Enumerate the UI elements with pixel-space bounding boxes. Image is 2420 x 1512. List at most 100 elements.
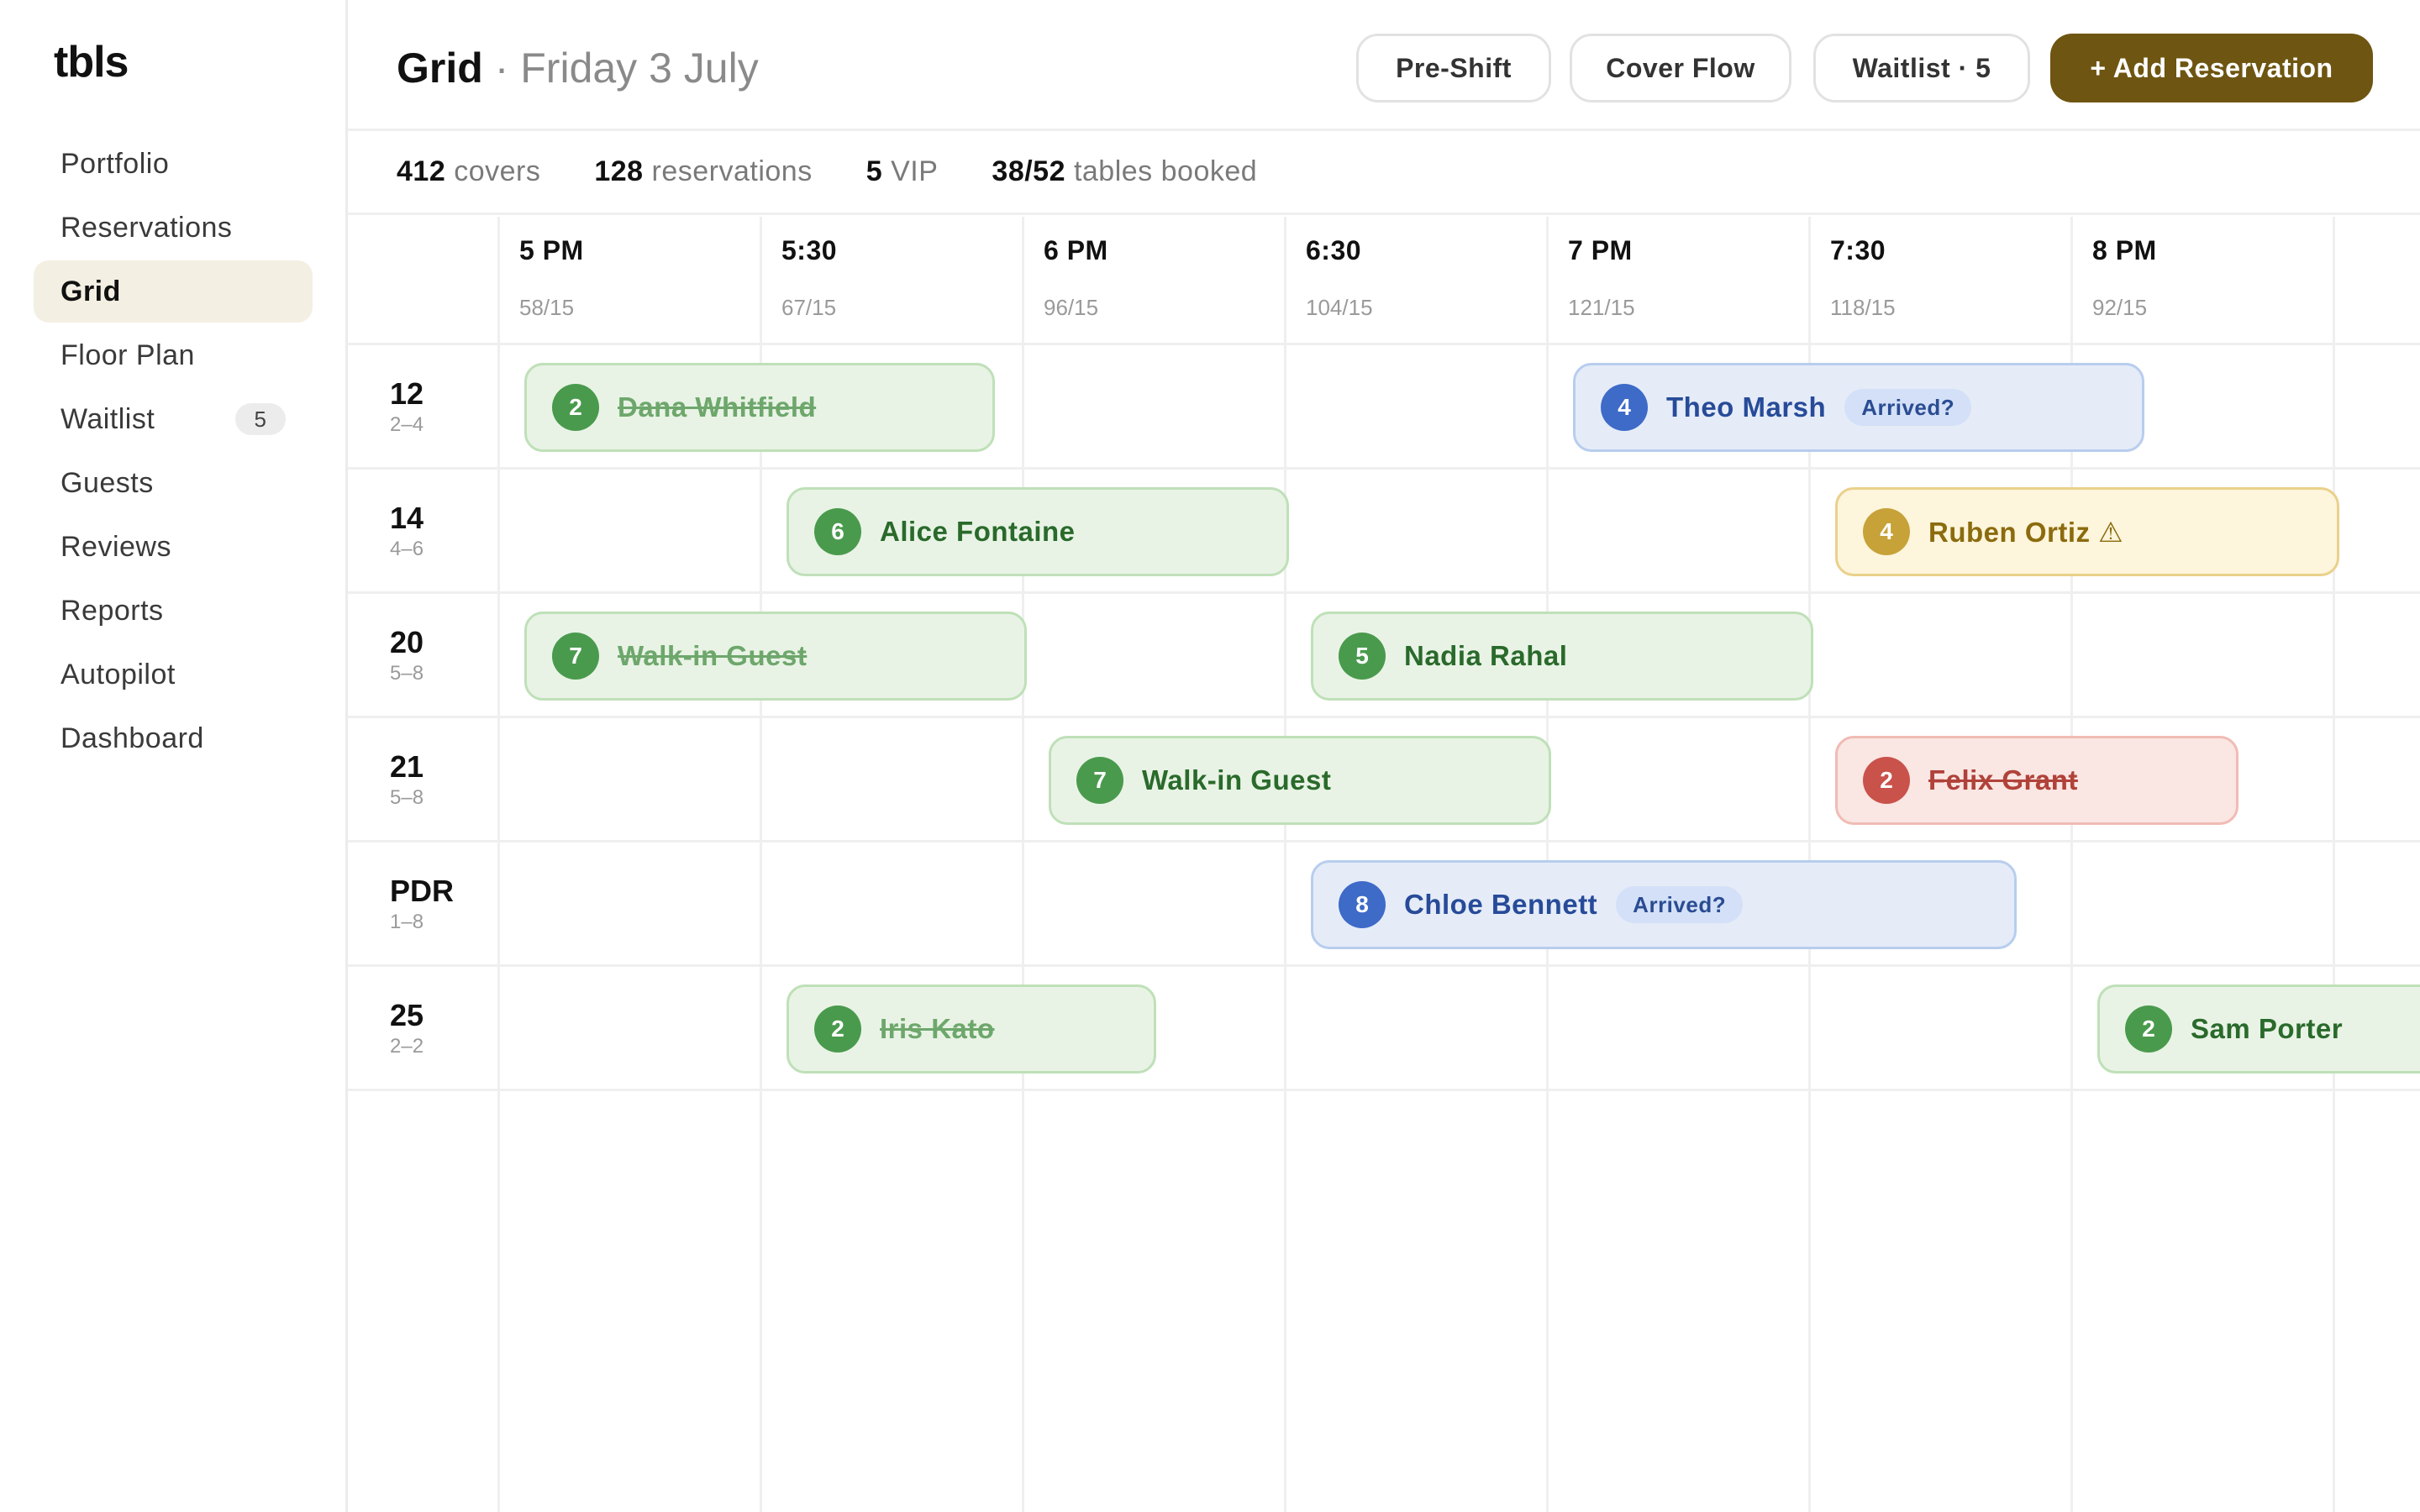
time-cover-count: 92/15: [2092, 295, 2148, 320]
time-cover-count: 121/15: [1568, 295, 1635, 320]
sidebar-item-label: Autopilot: [60, 658, 176, 690]
column-divider: [497, 217, 500, 1512]
stat-label: VIP: [891, 155, 939, 187]
time-cover-count: 96/15: [1044, 295, 1099, 320]
arrived-prompt-badge[interactable]: Arrived?: [1616, 886, 1744, 923]
party-size-badge: 5: [1339, 633, 1386, 680]
stats-bar: 412 covers 128 reservations 5 VIP 38/52 …: [348, 131, 2420, 215]
stat-tables-booked: 38/52 tables booked: [992, 155, 1257, 188]
time-slot-header[interactable]: 7:30 118/15: [1830, 235, 1896, 321]
party-size-badge: 7: [1076, 757, 1123, 804]
party-size-badge: 2: [1863, 757, 1910, 804]
cover-flow-button[interactable]: Cover Flow: [1570, 34, 1791, 102]
arrived-prompt-badge[interactable]: Arrived?: [1844, 389, 1972, 426]
row-divider: [348, 343, 2420, 345]
sidebar-item-autopilot[interactable]: Autopilot: [34, 643, 313, 706]
time-cover-count: 104/15: [1306, 295, 1373, 320]
brand-logo[interactable]: tbls: [54, 37, 129, 87]
reservation-card[interactable]: 7 Walk-in Guest: [1049, 736, 1551, 825]
table-row-label[interactable]: PDR 1–8: [390, 874, 454, 934]
stat-covers: 412 covers: [397, 155, 540, 188]
time-label: 7 PM: [1568, 235, 1633, 265]
sidebar-item-reports[interactable]: Reports: [34, 580, 313, 642]
sidebar-item-waitlist[interactable]: Waitlist 5: [34, 388, 313, 450]
waitlist-button[interactable]: Waitlist · 5: [1813, 34, 2030, 102]
stat-value: 412: [397, 155, 446, 187]
sidebar-item-label: Portfolio: [60, 147, 170, 180]
party-size-badge: 4: [1601, 384, 1648, 431]
reservation-card[interactable]: 2 Sam Porter: [2097, 984, 2420, 1074]
sidebar-item-portfolio[interactable]: Portfolio: [34, 133, 313, 195]
sidebar-item-reservations[interactable]: Reservations: [34, 197, 313, 259]
table-row-label[interactable]: 21 5–8: [390, 749, 424, 810]
sidebar-nav: Portfolio Reservations Grid Floor Plan W…: [34, 133, 313, 771]
time-label: 6 PM: [1044, 235, 1108, 265]
guest-name: Ruben Ortiz ⚠: [1928, 516, 2124, 548]
page-date[interactable]: Friday 3 July: [520, 45, 758, 92]
time-slot-header[interactable]: 5 PM 58/15: [519, 235, 584, 321]
reservation-card[interactable]: 7 Walk-in Guest: [524, 612, 1027, 701]
row-divider: [348, 964, 2420, 967]
sidebar-item-label: Guests: [60, 466, 154, 499]
party-size-badge: 8: [1339, 881, 1386, 928]
guest-name: Nadia Rahal: [1404, 640, 1568, 671]
time-slot-header[interactable]: 5:30 67/15: [781, 235, 837, 321]
reservation-card[interactable]: 8 Chloe Bennett Arrived?: [1311, 860, 2017, 949]
party-size-badge: 7: [552, 633, 599, 680]
page-title: Grid · Friday 3 July: [397, 44, 759, 92]
table-number: PDR: [390, 874, 455, 908]
time-cover-count: 67/15: [781, 295, 837, 320]
sidebar-item-floor-plan[interactable]: Floor Plan: [34, 324, 313, 386]
sidebar-item-dashboard[interactable]: Dashboard: [34, 707, 313, 769]
row-divider: [348, 1089, 2420, 1091]
guest-name: Walk-in Guest: [1142, 764, 1332, 795]
page-header: Grid · Friday 3 July Pre-Shift Cover Flo…: [348, 0, 2420, 131]
pre-shift-button[interactable]: Pre-Shift: [1356, 34, 1551, 102]
guest-name: Iris Kato: [880, 1013, 995, 1044]
stat-label: tables booked: [1073, 155, 1258, 187]
sidebar-item-label: Reservations: [60, 211, 233, 244]
time-slot-header[interactable]: 8 PM 92/15: [2092, 235, 2157, 321]
time-cover-count: 118/15: [1830, 295, 1896, 320]
sidebar-item-label: Reviews: [60, 530, 171, 563]
time-slot-header[interactable]: 7 PM 121/15: [1568, 235, 1635, 321]
reservation-card[interactable]: 2 Felix Grant: [1835, 736, 2238, 825]
party-size-badge: 2: [2125, 1005, 2172, 1053]
table-row-label[interactable]: 14 4–6: [390, 501, 424, 561]
reservation-card[interactable]: 2 Iris Kato: [786, 984, 1156, 1074]
row-divider: [348, 467, 2420, 470]
add-reservation-button[interactable]: + Add Reservation: [2050, 34, 2373, 102]
stat-label: reservations: [651, 155, 813, 187]
time-label: 5:30: [781, 235, 838, 265]
sidebar: tbls Portfolio Reservations Grid Floor P…: [0, 0, 348, 1512]
waitlist-count-badge: 5: [235, 403, 286, 435]
table-row-label[interactable]: 25 2–2: [390, 998, 424, 1058]
time-label: 7:30: [1830, 235, 1886, 265]
stat-value: 38/52: [992, 155, 1065, 187]
column-divider: [1022, 217, 1024, 1512]
reservation-card[interactable]: 4 Theo Marsh Arrived?: [1573, 363, 2144, 452]
time-slot-header[interactable]: 6:30 104/15: [1306, 235, 1373, 321]
table-row-label[interactable]: 12 2–4: [390, 376, 424, 437]
party-size-badge: 4: [1863, 508, 1910, 555]
table-number: 12: [390, 376, 424, 411]
reservation-card[interactable]: 5 Nadia Rahal: [1311, 612, 1813, 701]
reservation-card[interactable]: 6 Alice Fontaine: [786, 487, 1289, 576]
title-separator: ·: [494, 45, 509, 92]
reservation-card[interactable]: 2 Dana Whitfield: [524, 363, 995, 452]
time-label: 6:30: [1306, 235, 1362, 265]
time-label: 8 PM: [2092, 235, 2157, 265]
stat-vip: 5 VIP: [866, 155, 939, 188]
sidebar-item-reviews[interactable]: Reviews: [34, 516, 313, 578]
time-label: 5 PM: [519, 235, 584, 265]
sidebar-item-guests[interactable]: Guests: [34, 452, 313, 514]
table-capacity: 5–8: [390, 662, 424, 685]
time-slot-header[interactable]: 6 PM 96/15: [1044, 235, 1108, 321]
reservation-card[interactable]: 4 Ruben Ortiz ⚠: [1835, 487, 2339, 576]
sidebar-item-grid[interactable]: Grid: [34, 260, 313, 323]
app-root: tbls Portfolio Reservations Grid Floor P…: [0, 0, 2420, 1512]
party-size-badge: 2: [814, 1005, 861, 1053]
table-row-label[interactable]: 20 5–8: [390, 625, 424, 685]
guest-name: Felix Grant: [1928, 764, 2078, 795]
column-divider: [1284, 217, 1286, 1512]
